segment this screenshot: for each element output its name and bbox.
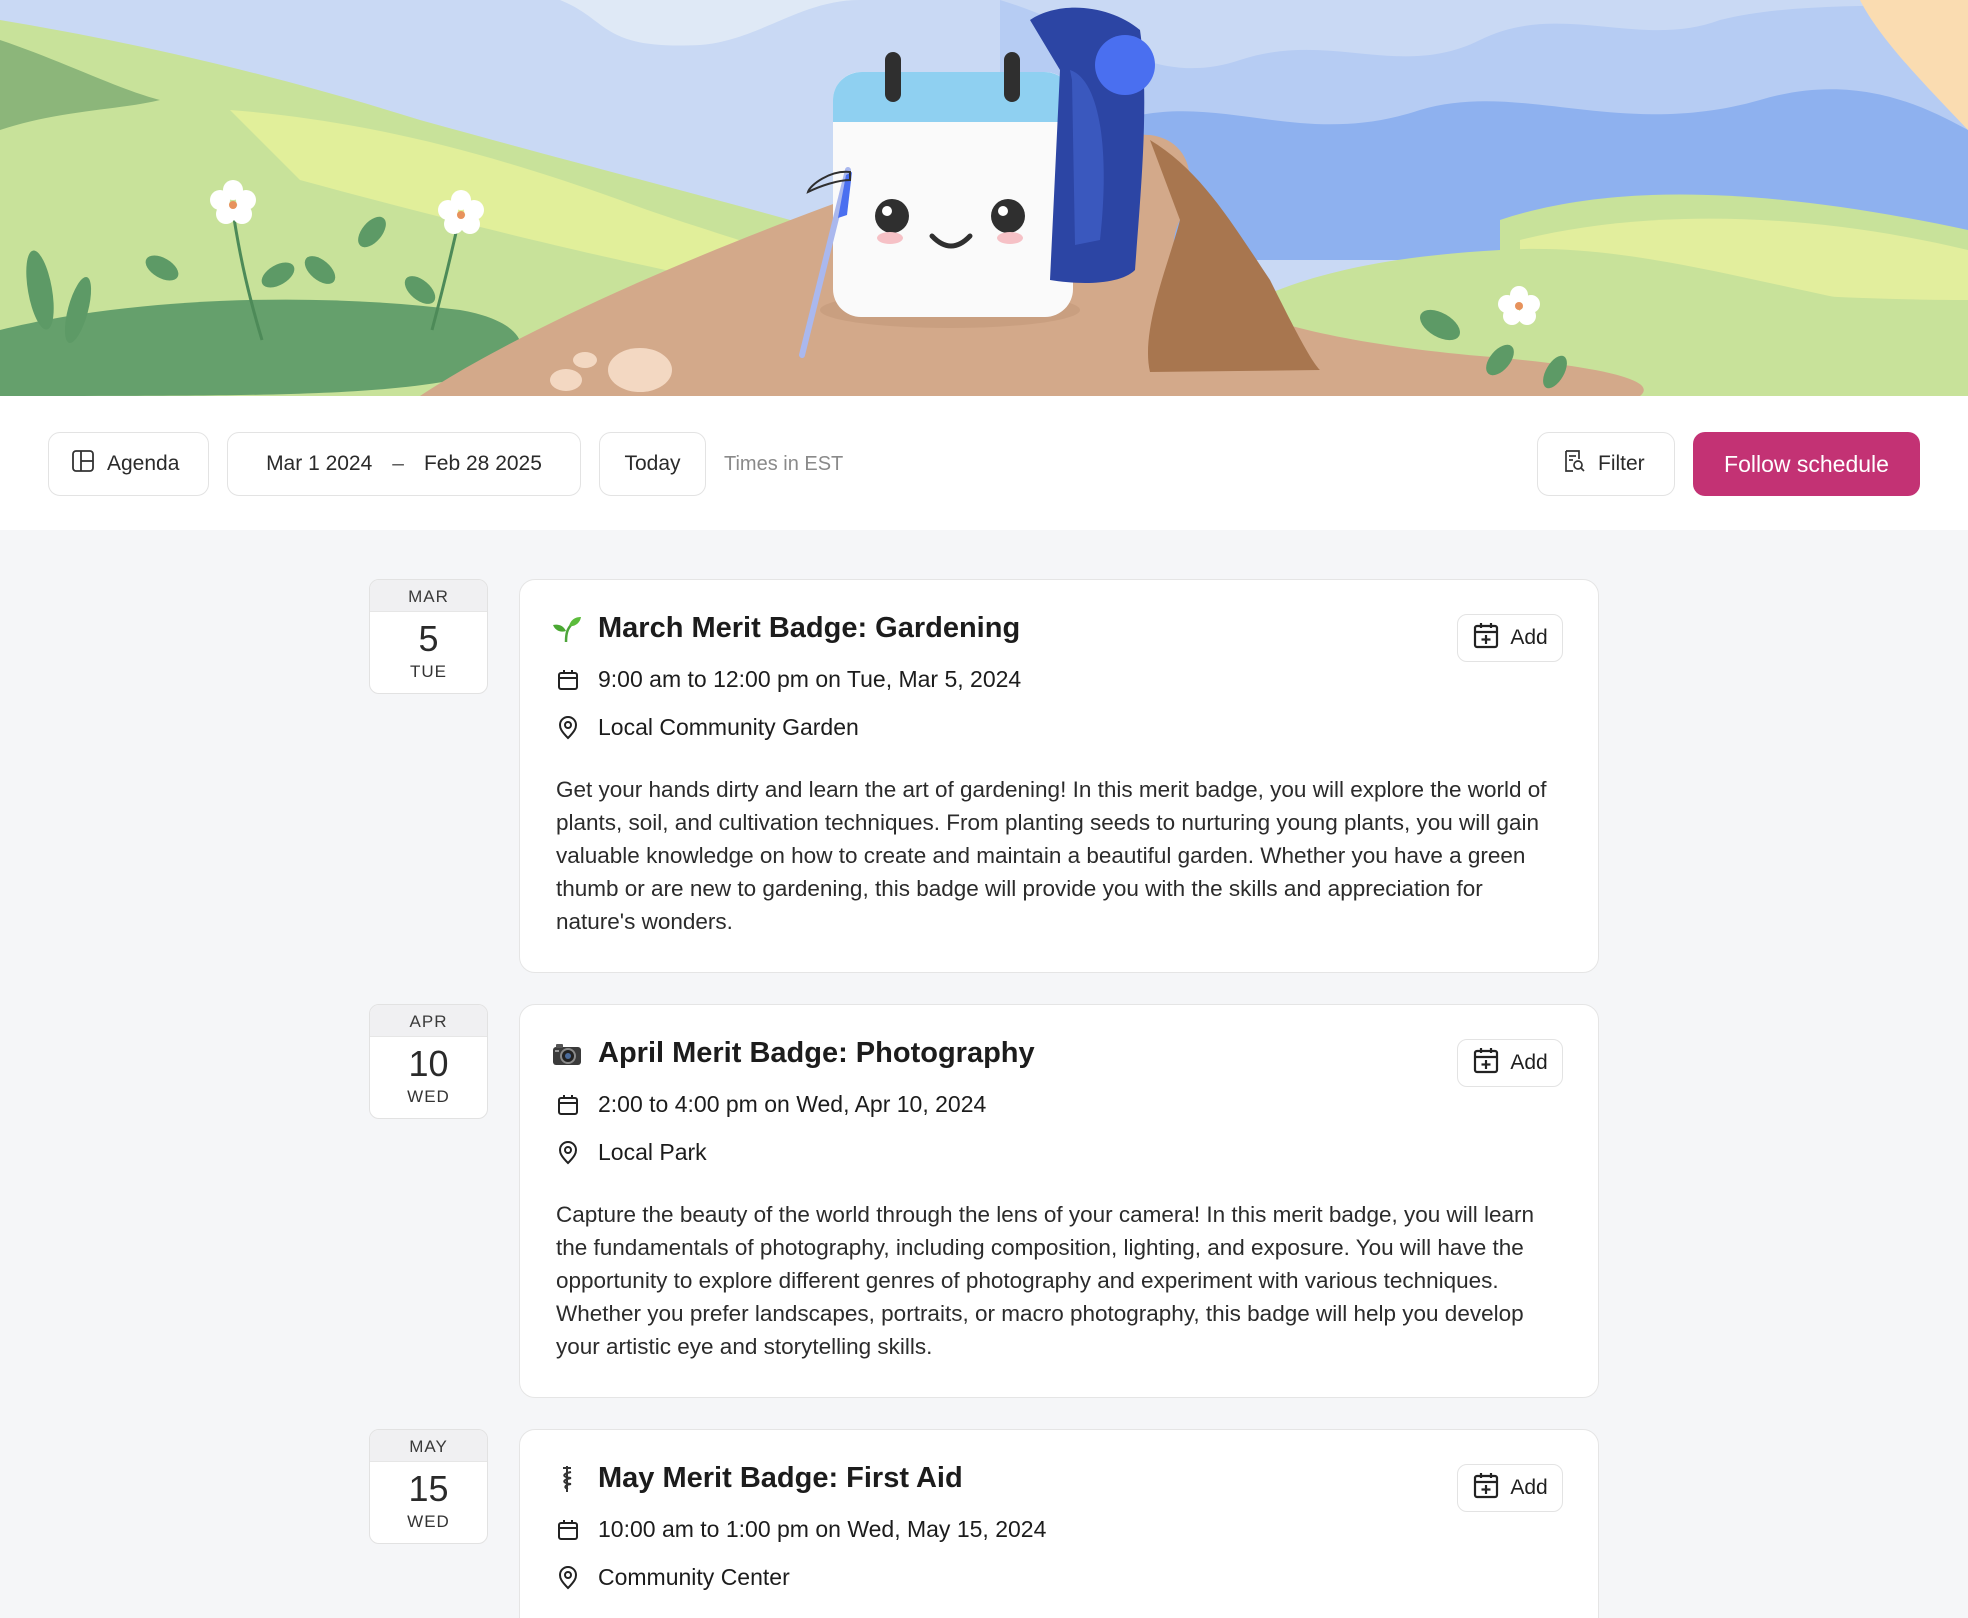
event-location: Community Center: [598, 1564, 790, 1590]
today-button[interactable]: Today: [599, 432, 706, 496]
seedling-icon: [552, 614, 582, 644]
event-time: 9:00 am to 12:00 pm on Tue, Mar 5, 2024: [598, 666, 1022, 692]
add-to-calendar-button[interactable]: Add: [1457, 1039, 1563, 1087]
add-to-calendar-button[interactable]: Add: [1457, 614, 1563, 662]
event-description: Get your hands dirty and learn the art o…: [556, 777, 1547, 934]
event-month: APR: [370, 1005, 487, 1037]
event-day: 5: [418, 618, 439, 659]
event-card[interactable]: March Merit Badge: Gardening 9:00 am to …: [519, 579, 1599, 973]
agenda-view-icon: [71, 449, 95, 479]
filter-label: Filter: [1598, 452, 1645, 475]
event-card[interactable]: April Merit Badge: Photography 2:00 to 4…: [519, 1004, 1599, 1398]
hiking-calendar-illustration: [0, 0, 1968, 396]
event-location: Local Community Garden: [598, 714, 859, 740]
calendar-add-icon: [1472, 1046, 1500, 1080]
date-range-picker[interactable]: Mar 1 2024 – Feb 28 2025: [227, 432, 581, 496]
add-to-calendar-button[interactable]: Add: [1457, 1464, 1563, 1512]
filter-button[interactable]: Filter: [1537, 432, 1675, 496]
event-month: MAR: [370, 580, 487, 612]
range-end: Feb 28 2025: [423, 452, 542, 475]
location-pin-icon: [556, 715, 580, 740]
event-date-badge: APR 10 WED: [369, 1004, 488, 1119]
medical-symbol-icon: [552, 1464, 582, 1494]
location-pin-icon: [556, 1565, 580, 1590]
event-month: MAY: [370, 1430, 487, 1462]
location-pin-icon: [556, 1140, 580, 1165]
calendar-add-icon: [1472, 621, 1500, 655]
calendar-icon: [556, 1518, 580, 1542]
event-time: 10:00 am to 1:00 pm on Wed, May 15, 2024: [598, 1516, 1047, 1542]
follow-schedule-button[interactable]: Follow schedule: [1693, 432, 1920, 496]
event-description: Capture the beauty of the world through …: [556, 1202, 1535, 1359]
event-weekday: WED: [407, 1087, 450, 1106]
event-date-badge: MAR 5 TUE: [369, 579, 488, 694]
today-label: Today: [624, 452, 681, 475]
event-time: 2:00 to 4:00 pm on Wed, Apr 10, 2024: [598, 1091, 987, 1117]
range-separator: –: [392, 452, 404, 475]
event-location-row: Local Park: [556, 1139, 707, 1166]
event-day: 10: [408, 1043, 449, 1084]
event-time-row: 9:00 am to 12:00 pm on Tue, Mar 5, 2024: [556, 666, 1021, 693]
calendar-icon: [556, 668, 580, 692]
event-location-row: Local Community Garden: [556, 714, 859, 741]
event-time-row: 10:00 am to 1:00 pm on Wed, May 15, 2024: [556, 1516, 1046, 1543]
calendar-add-icon: [1472, 1471, 1500, 1505]
range-start: Mar 1 2024: [266, 452, 373, 475]
event-weekday: TUE: [410, 662, 447, 681]
view-mode-button[interactable]: Agenda: [48, 432, 209, 496]
add-label: Add: [1510, 626, 1548, 649]
event-title: March Merit Badge: Gardening: [598, 612, 1021, 644]
event-weekday: WED: [407, 1512, 450, 1531]
hero-illustration: [0, 0, 1968, 396]
add-label: Add: [1510, 1051, 1548, 1074]
add-label: Add: [1510, 1476, 1548, 1499]
event-date-badge: MAY 15 WED: [369, 1429, 488, 1544]
event-location-row: Community Center: [556, 1564, 790, 1591]
calendar-icon: [556, 1093, 580, 1117]
event-day: 15: [408, 1468, 449, 1509]
filter-icon: [1562, 449, 1586, 479]
event-time-row: 2:00 to 4:00 pm on Wed, Apr 10, 2024: [556, 1091, 986, 1118]
event-title: April Merit Badge: Photography: [598, 1037, 1035, 1069]
event-card[interactable]: May Merit Badge: First Aid 10:00 am to 1…: [519, 1429, 1599, 1618]
event-title: May Merit Badge: First Aid: [598, 1462, 963, 1494]
event-location: Local Park: [598, 1139, 707, 1165]
view-mode-label: Agenda: [107, 452, 180, 475]
timezone-label: Times in EST: [724, 452, 844, 475]
camera-icon: [552, 1039, 582, 1069]
schedule-toolbar: Agenda Mar 1 2024 – Feb 28 2025 Today Ti…: [0, 396, 1968, 530]
